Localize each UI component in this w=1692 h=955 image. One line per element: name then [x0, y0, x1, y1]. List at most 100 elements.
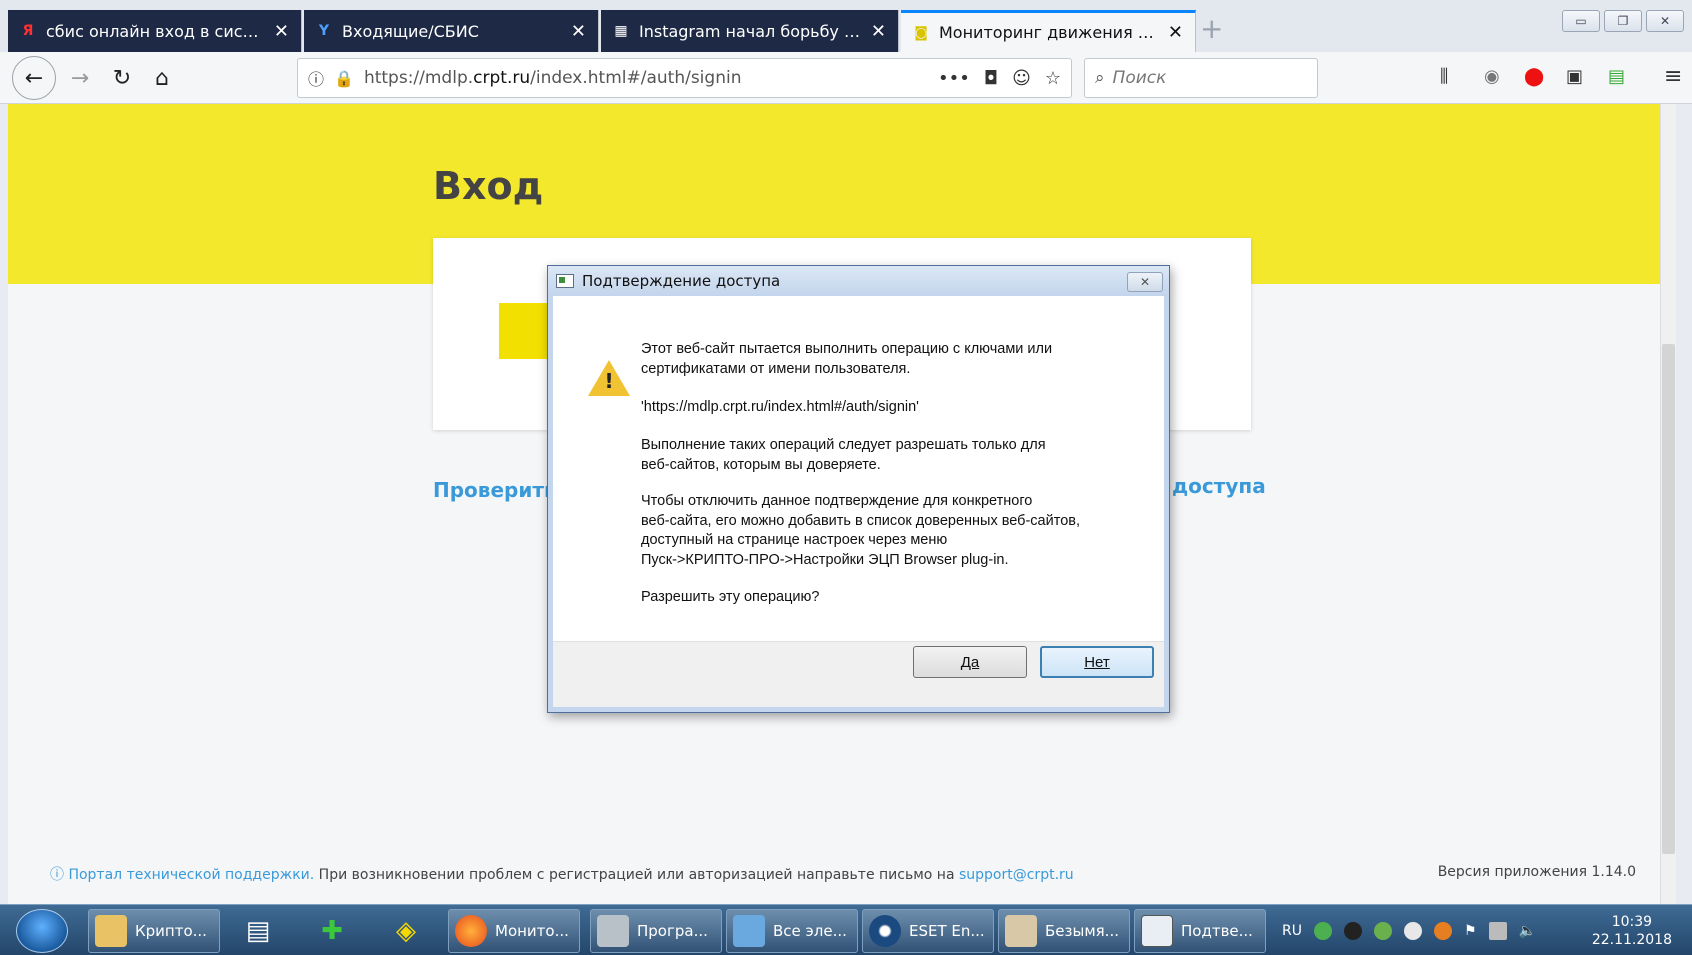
taskbar-item-label: Подтве...: [1181, 922, 1253, 940]
taskbar-item-crypto[interactable]: Крипто...: [88, 909, 220, 953]
library-icon[interactable]: ⫼: [1440, 66, 1448, 87]
clipboard-extension-icon[interactable]: ▤: [1608, 66, 1625, 87]
message-line: Пуск->КРИПТО-ПРО->Настройки ЭЦП Browser …: [641, 551, 1009, 568]
tab-title: Мониторинг движения лекар: [939, 23, 1160, 42]
pharmacy-icon[interactable]: ✚: [312, 911, 352, 951]
close-window-button[interactable]: ✕: [1646, 10, 1684, 32]
taskbar-item-label: Все эле...: [773, 922, 847, 940]
search-icon: ⌕: [1095, 68, 1105, 88]
close-icon[interactable]: ✕: [871, 21, 886, 42]
clock-date: 22.11.2018: [1591, 932, 1672, 948]
info-icon[interactable]: ⓘ: [308, 66, 324, 90]
news-icon: ▦: [614, 23, 628, 39]
taskbar-item-eset[interactable]: ESET En...: [862, 909, 994, 953]
message-line: Выполнение таких операций следует разреш…: [641, 437, 1046, 453]
restore-button[interactable]: ❐: [1604, 10, 1642, 32]
message-line: Чтобы отключить данное подтверждение для…: [641, 493, 1033, 509]
folder-icon: [95, 915, 127, 947]
tray-update-icon[interactable]: [1433, 922, 1452, 940]
tray-app-icon[interactable]: [1343, 922, 1362, 940]
bookmark-star-icon[interactable]: ☆: [1045, 68, 1061, 89]
back-button[interactable]: ←: [12, 56, 56, 100]
tray-network-icon[interactable]: [1313, 922, 1332, 940]
message-trust: Выполнение таких операций следует разреш…: [641, 436, 1141, 475]
no-button-label: Нет: [1084, 653, 1110, 671]
close-icon[interactable]: ✕: [571, 21, 586, 42]
tray-display-icon[interactable]: [1488, 922, 1507, 940]
program-icon: [597, 915, 629, 947]
page-title: Вход: [433, 164, 544, 208]
floppy-icon[interactable]: ▤: [238, 911, 278, 951]
search-input[interactable]: ⌕ Поиск: [1084, 58, 1318, 98]
scrollbar-thumb[interactable]: [1662, 344, 1675, 854]
tray-check-icon[interactable]: [1373, 922, 1392, 940]
url-domain: crpt.ru: [473, 68, 531, 88]
taskbar-item-label: Монито...: [495, 922, 569, 940]
address-bar[interactable]: ⓘ 🔒 https://mdlp.crpt.ru/index.html#/aut…: [297, 58, 1072, 98]
close-icon[interactable]: ✕: [274, 21, 289, 42]
tray-eset-icon[interactable]: [1403, 922, 1422, 940]
flag-icon[interactable]: ⚑: [1464, 923, 1477, 939]
taskbar-item-label: Крипто...: [135, 922, 207, 940]
taskbar-item-control-panel[interactable]: Все эле...: [726, 909, 858, 953]
access-confirmation-dialog: Подтверждение доступа ✕ ! Этот веб-сайт …: [547, 265, 1170, 713]
page-actions-icon[interactable]: •••: [938, 68, 970, 89]
dialog-icon: [1141, 915, 1173, 947]
tab-sbis-inbox[interactable]: Y Входящие/СБИС ✕: [304, 10, 599, 52]
bat-icon[interactable]: ◈: [386, 911, 426, 951]
circle-extension-icon[interactable]: ◉: [1484, 66, 1500, 87]
dialog-title: Подтверждение доступа: [582, 272, 781, 290]
tab-instagram[interactable]: ▦ Instagram начал борьбу с нак ✕: [601, 10, 899, 52]
taskbar-item-monitoring[interactable]: Монито...: [448, 909, 580, 953]
extension-icon[interactable]: ☺: [1012, 68, 1031, 89]
help-icon: ⓘ: [50, 867, 64, 883]
page-scrollbar[interactable]: [1660, 104, 1676, 904]
forward-button[interactable]: →: [62, 60, 98, 96]
mdlp-icon: ◙: [914, 24, 928, 41]
language-indicator[interactable]: RU: [1282, 923, 1302, 939]
message-line: веб-сайтов, которым вы доверяете.: [641, 456, 881, 473]
home-button[interactable]: ⌂: [144, 60, 180, 96]
yandex-icon: Я: [22, 23, 34, 39]
app-version: Версия приложения 1.14.0: [1437, 864, 1636, 880]
warning-exclamation: !: [604, 369, 614, 393]
clock[interactable]: 10:39 22.11.2018: [1592, 913, 1672, 949]
message-intro: Этот веб-сайт пытается выполнить операци…: [641, 340, 1141, 379]
dialog-close-button[interactable]: ✕: [1127, 272, 1163, 292]
minimize-button[interactable]: ▭: [1562, 10, 1600, 32]
sidebar-icon[interactable]: ▣: [1566, 66, 1583, 87]
message-line: веб-сайта, его можно добавить в список д…: [641, 512, 1080, 529]
close-icon[interactable]: ✕: [1168, 22, 1183, 43]
taskbar: Крипто... ▤ ✚ ◈ Монито... Програ... Все …: [0, 904, 1692, 955]
adblock-icon[interactable]: ⬤: [1524, 66, 1544, 87]
tab-title: Instagram начал борьбу с нак: [639, 21, 863, 41]
taskbar-item-paint[interactable]: Безымя...: [998, 909, 1130, 953]
eset-icon: [869, 915, 901, 947]
url-text: https://mdlp.crpt.ru/index.html#/auth/si…: [364, 68, 924, 88]
access-link[interactable]: доступа: [1172, 474, 1266, 498]
volume-icon[interactable]: 🔈: [1519, 923, 1536, 939]
paint-icon: [1005, 915, 1037, 947]
tab-sbis-search[interactable]: Я сбис онлайн вход в систему - ✕: [8, 10, 302, 52]
support-email-link[interactable]: support@crpt.ru: [959, 867, 1074, 883]
new-tab-icon[interactable]: +: [1200, 12, 1223, 45]
tab-mdlp-monitoring[interactable]: ◙ Мониторинг движения лекар ✕: [901, 10, 1196, 52]
footer-text: При возникновении проблем с регистрацией…: [314, 867, 959, 883]
url-prefix: https://mdlp.: [363, 68, 474, 88]
navigation-toolbar: ← → ↻ ⌂ ⓘ 🔒 https://mdlp.crpt.ru/index.h…: [0, 52, 1692, 104]
dialog-titlebar[interactable]: Подтверждение доступа ✕: [548, 266, 1169, 296]
taskbar-item-confirmation[interactable]: Подтве...: [1134, 909, 1266, 953]
taskbar-item-programs[interactable]: Програ...: [590, 909, 722, 953]
pocket-icon[interactable]: ◘: [984, 68, 998, 89]
no-button[interactable]: Нет: [1040, 646, 1154, 678]
window-controls: ▭ ❐ ✕: [1562, 10, 1684, 32]
check-link[interactable]: Проверить: [433, 478, 557, 502]
menu-icon[interactable]: ≡: [1664, 64, 1682, 89]
message-url: 'https://mdlp.crpt.ru/index.html#/auth/s…: [641, 399, 919, 415]
taskbar-item-label: Програ...: [637, 922, 708, 940]
reload-button[interactable]: ↻: [104, 60, 140, 96]
support-portal-link[interactable]: Портал технической поддержки.: [68, 867, 314, 883]
start-button[interactable]: [16, 909, 68, 953]
message-line: Этот веб-сайт пытается выполнить операци…: [641, 341, 1053, 357]
yes-button[interactable]: Да: [913, 646, 1027, 678]
